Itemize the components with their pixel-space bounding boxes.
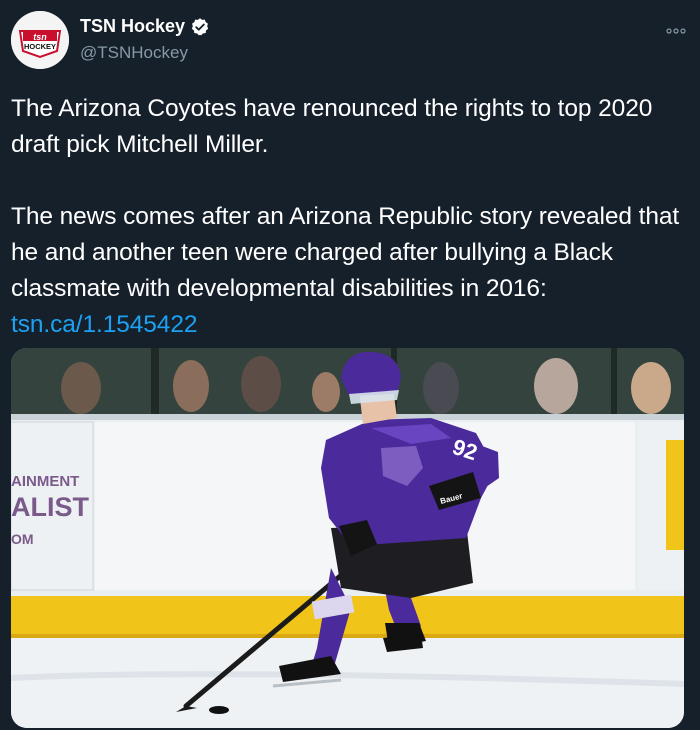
tweet-paragraph-2-text: The news comes after an Arizona Republic… — [11, 203, 680, 302]
display-name[interactable]: TSN Hockey — [80, 16, 185, 37]
more-options-button[interactable] — [666, 22, 686, 40]
tsn-hockey-logo: tsn HOCKEY — [11, 11, 69, 69]
board-ad-line-2: ALIST — [11, 492, 90, 522]
article-link[interactable]: tsn.ca/1.1545422 — [11, 311, 197, 338]
avatar[interactable]: tsn HOCKEY — [11, 11, 69, 69]
avatar-logo-bottom: HOCKEY — [24, 42, 56, 51]
tweet-paragraph-2: The news comes after an Arizona Republic… — [11, 199, 691, 343]
avatar-logo-top: tsn — [33, 32, 47, 42]
board-ad-line-1: AINMENT — [11, 473, 79, 490]
tweet-photo[interactable]: AINMENT ALIST OM 92 Bauer — [11, 348, 684, 728]
verified-badge-icon — [191, 17, 209, 35]
handle[interactable]: @TSNHockey — [80, 43, 188, 63]
tweet-paragraph-1: The Arizona Coyotes have renounced the r… — [11, 95, 653, 158]
more-dots-icon — [666, 28, 686, 34]
hockey-player-photo: AINMENT ALIST OM 92 Bauer — [11, 348, 684, 728]
board-ad-line-3: OM — [11, 531, 34, 547]
author-name-row[interactable]: TSN Hockey — [80, 16, 210, 37]
tweet-text: The Arizona Coyotes have renounced the r… — [11, 91, 691, 343]
